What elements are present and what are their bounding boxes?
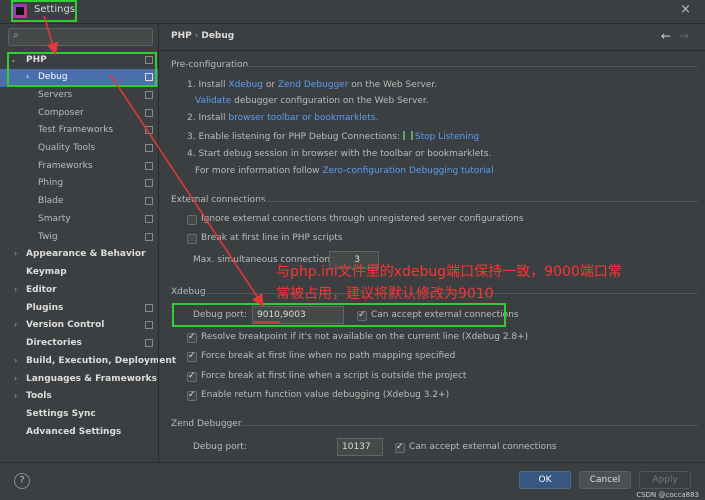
force-break-no-mapping-checkbox[interactable] bbox=[187, 351, 197, 362]
preconfig-step-3: 3. Enable listening for PHP Debug Connec… bbox=[187, 131, 480, 142]
section-divider bbox=[246, 66, 698, 67]
sidebar: ⌕ ⌄ PHP › Debug Servers Composer Test Fr… bbox=[0, 24, 176, 462]
break-first-line-checkbox[interactable] bbox=[187, 234, 197, 244]
search-input[interactable]: ⌕ bbox=[8, 28, 153, 46]
highlight-php-debug bbox=[7, 52, 157, 87]
breadcrumb-debug: Debug bbox=[201, 31, 235, 41]
preconfig-more-info: For more information follow Zero-configu… bbox=[195, 166, 494, 176]
section-title-preconfiguration: Pre-configuration bbox=[171, 60, 249, 70]
breadcrumb-php[interactable]: PHP bbox=[171, 31, 192, 41]
zend-debugger-link[interactable]: Zend Debugger bbox=[278, 80, 349, 90]
return-value-debug-checkbox[interactable] bbox=[187, 390, 197, 401]
header-divider bbox=[159, 50, 705, 51]
chevron-right-icon[interactable]: › bbox=[14, 356, 17, 365]
sidebar-item-languages[interactable]: › Languages & Frameworks bbox=[0, 371, 158, 389]
sidebar-item-keymap[interactable]: Keymap bbox=[0, 264, 158, 282]
project-settings-icon bbox=[145, 126, 153, 134]
dialog-footer: ? OK Cancel Apply CSDN @cocca883 bbox=[0, 462, 705, 500]
project-settings-icon bbox=[145, 233, 153, 241]
history-navigation: ← → bbox=[661, 29, 689, 43]
xdebug-link[interactable]: Xdebug bbox=[228, 80, 263, 90]
project-settings-icon bbox=[145, 91, 153, 99]
project-settings-icon bbox=[145, 179, 153, 187]
section-divider bbox=[241, 425, 698, 426]
project-settings-icon bbox=[145, 321, 153, 329]
sidebar-item-editor[interactable]: › Editor bbox=[0, 282, 158, 300]
sidebar-item-quality-tools[interactable]: Quality Tools bbox=[0, 140, 158, 158]
project-settings-icon bbox=[145, 304, 153, 312]
project-settings-icon bbox=[145, 215, 153, 223]
tutorial-link[interactable]: Zero-configuration Debugging tutorial bbox=[322, 166, 493, 176]
sidebar-item-servers[interactable]: Servers bbox=[0, 87, 158, 105]
break-first-line-label: Break at first line in PHP scripts bbox=[201, 233, 343, 243]
chevron-right-icon[interactable]: › bbox=[14, 285, 17, 294]
sidebar-item-twig[interactable]: Twig bbox=[0, 229, 158, 247]
section-title-xdebug: Xdebug bbox=[171, 287, 206, 297]
zend-port-input[interactable]: 10137 bbox=[337, 438, 383, 456]
zend-accept-external-label: Can accept external connections bbox=[409, 442, 557, 452]
sidebar-item-build[interactable]: › Build, Execution, Deployment bbox=[0, 353, 176, 371]
stop-listening-link[interactable]: Stop Listening bbox=[415, 132, 479, 142]
title-bar: Settings × bbox=[0, 0, 705, 24]
zend-accept-external-checkbox[interactable] bbox=[395, 442, 405, 453]
cancel-button[interactable]: Cancel bbox=[579, 471, 631, 489]
breadcrumb-separator: › bbox=[194, 31, 199, 41]
validate-link[interactable]: Validate bbox=[195, 96, 231, 106]
force-break-no-mapping-label: Force break at first line when no path m… bbox=[201, 351, 456, 361]
resolve-breakpoint-checkbox[interactable] bbox=[187, 332, 197, 343]
project-settings-icon bbox=[145, 339, 153, 347]
ignore-external-label: Ignore external connections through unre… bbox=[201, 214, 524, 224]
zend-port-label: Debug port: bbox=[193, 442, 247, 452]
settings-content: PHP › Debug ← → Pre-configuration 1. Instal… bbox=[159, 24, 705, 462]
resolve-breakpoint-label: Resolve breakpoint if it's not available… bbox=[201, 332, 529, 342]
highlight-xdebug-port bbox=[172, 303, 506, 327]
close-icon[interactable]: × bbox=[680, 2, 691, 17]
project-settings-icon bbox=[145, 162, 153, 170]
sidebar-item-appearance[interactable]: › Appearance & Behavior bbox=[0, 246, 158, 264]
return-value-debug-label: Enable return function value debugging (… bbox=[201, 390, 450, 400]
annotation-note: 与php.ini文件里的xdebug端口保持一致，9000端口常 常被占用，建议… bbox=[276, 264, 622, 302]
ok-button[interactable]: OK bbox=[519, 471, 571, 489]
back-arrow-icon[interactable]: ← bbox=[661, 29, 671, 43]
sidebar-item-smarty[interactable]: Smarty bbox=[0, 211, 158, 229]
sidebar-item-tools[interactable]: › Tools bbox=[0, 388, 158, 406]
watermark: CSDN @cocca883 bbox=[636, 491, 699, 499]
sidebar-item-advanced-settings[interactable]: Advanced Settings bbox=[0, 424, 158, 442]
preconfig-validate: Validate debugger configuration on the W… bbox=[195, 96, 429, 106]
ignore-external-checkbox[interactable] bbox=[187, 215, 197, 225]
sidebar-item-composer[interactable]: Composer bbox=[0, 105, 158, 123]
project-settings-icon bbox=[145, 197, 153, 205]
listening-icon bbox=[402, 131, 413, 140]
chevron-right-icon[interactable]: › bbox=[14, 374, 17, 383]
breadcrumb: PHP › Debug bbox=[171, 31, 234, 41]
chevron-right-icon[interactable]: › bbox=[14, 391, 17, 400]
chevron-right-icon[interactable]: › bbox=[14, 249, 17, 258]
force-break-outside-label: Force break at first line when a script … bbox=[201, 371, 467, 381]
apply-button[interactable]: Apply bbox=[639, 471, 691, 489]
preconfig-step-4: 4. Start debug session in browser with t… bbox=[187, 149, 492, 159]
force-break-outside-checkbox[interactable] bbox=[187, 371, 197, 382]
help-icon[interactable]: ? bbox=[14, 473, 30, 489]
highlight-settings-title bbox=[11, 0, 77, 22]
sidebar-item-phing[interactable]: Phing bbox=[0, 175, 158, 193]
sidebar-item-settings-sync[interactable]: Settings Sync bbox=[0, 406, 158, 424]
sidebar-item-plugins[interactable]: Plugins bbox=[0, 300, 158, 318]
forward-arrow-icon[interactable]: → bbox=[679, 29, 689, 43]
sidebar-item-test-frameworks[interactable]: Test Frameworks bbox=[0, 122, 158, 140]
section-title-external: External connections bbox=[171, 195, 266, 205]
preconfig-step-1: 1. Install Xdebug or Zend Debugger on th… bbox=[187, 80, 438, 90]
section-divider bbox=[259, 201, 698, 202]
sidebar-item-version-control[interactable]: › Version Control bbox=[0, 317, 158, 335]
section-title-zend: Zend Debugger bbox=[171, 419, 242, 429]
sidebar-item-frameworks[interactable]: Frameworks bbox=[0, 158, 158, 176]
search-icon: ⌕ bbox=[13, 30, 19, 41]
sidebar-item-blade[interactable]: Blade bbox=[0, 193, 158, 211]
preconfig-step-2: 2. Install browser toolbar or bookmarkle… bbox=[187, 113, 379, 123]
chevron-right-icon[interactable]: › bbox=[14, 320, 17, 329]
browser-toolbar-link[interactable]: browser toolbar or bookmarklets. bbox=[228, 113, 378, 123]
project-settings-icon bbox=[145, 144, 153, 152]
project-settings-icon bbox=[145, 109, 153, 117]
sidebar-item-directories[interactable]: Directories bbox=[0, 335, 158, 353]
